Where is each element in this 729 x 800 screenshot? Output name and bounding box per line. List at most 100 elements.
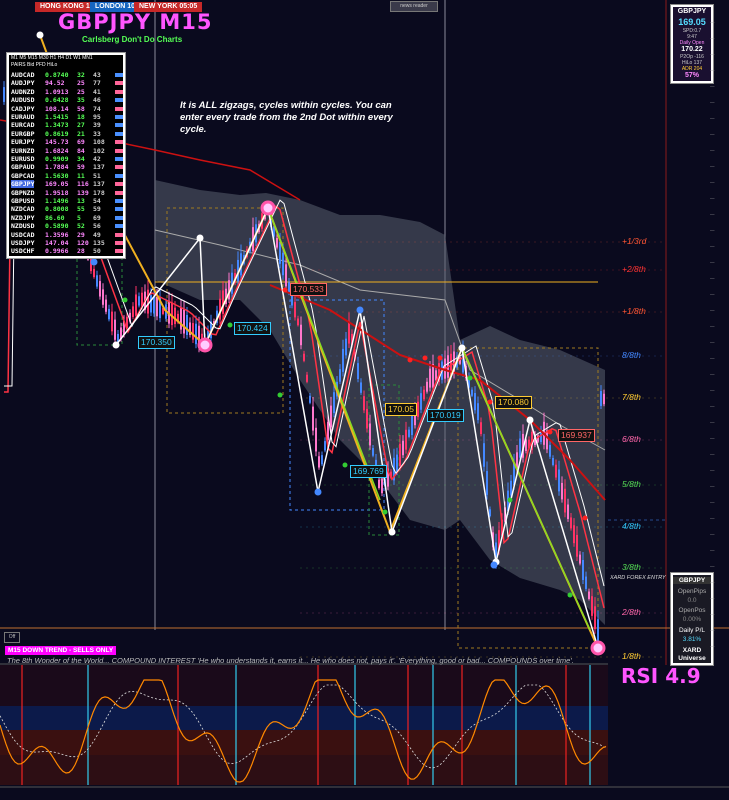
candle-body <box>369 423 371 446</box>
pair-bid: 1.5415 <box>45 113 69 121</box>
pair-symbol: GBPJPY <box>11 180 35 189</box>
open-pips-value: 0.0 <box>687 597 697 604</box>
zigzag-dot <box>314 488 322 496</box>
pair-bid: 108.14 <box>45 104 69 113</box>
candle-body <box>342 348 344 372</box>
murrey-level-label: +1/8th <box>622 306 646 316</box>
pair-symbol: GBPAUD <box>11 163 35 172</box>
candle-body <box>474 393 476 411</box>
pivot-ring <box>260 200 276 216</box>
pair-bid: 0.8740 <box>45 71 69 79</box>
candle-body <box>174 307 176 325</box>
candle-body <box>306 374 308 382</box>
candle-body <box>561 482 563 500</box>
pair-pfd: 25 <box>77 79 85 88</box>
candle-body <box>3 87 5 102</box>
pair-bid: 1.9518 <box>45 188 69 197</box>
news-reader-button[interactable]: news reader <box>390 1 438 12</box>
pair-symbol: CADJPY <box>11 104 35 113</box>
candle-body <box>333 392 335 413</box>
price-axis-tick: — <box>710 212 715 217</box>
pair-pfd: 21 <box>77 129 85 138</box>
open-pips-label: OpenPips <box>677 588 707 595</box>
candle-body <box>597 619 599 641</box>
candle-body <box>576 534 578 557</box>
price-axis-tick: — <box>710 356 715 361</box>
trade-info-widget: GBPJPY OpenPips 0.0 OpenPos 0.00% Daily … <box>670 572 714 666</box>
candle-body <box>99 281 101 297</box>
pairs-table-body: M1 M5 M15 M30 H1 H4 D1 W1 MN1 PAIRS Bid … <box>9 55 123 256</box>
pair-bid: 0.8619 <box>45 129 69 138</box>
pair-symbol: NZDCAD <box>11 205 35 214</box>
price-label: 169.769 <box>350 465 387 478</box>
green-signal-dot <box>507 497 513 503</box>
pair-hilo: 135 <box>93 239 105 247</box>
candle-body <box>420 393 422 410</box>
candle-body <box>396 454 398 472</box>
pair-bid: 86.60 <box>45 213 65 222</box>
currency-pairs-table: M1 M5 M15 M30 H1 H4 D1 W1 MN1 PAIRS Bid … <box>6 52 126 259</box>
price-axis-tick: — <box>710 52 715 57</box>
pair-hilo: 74 <box>93 104 101 113</box>
pair-direction-bar <box>115 224 123 229</box>
pair-info-body: GBPJPY 169.05 SPD:0.7 9:47 Daily Open 17… <box>673 7 711 81</box>
price-axis-tick: — <box>710 468 715 473</box>
price-axis-tick: — <box>710 196 715 201</box>
candle-body <box>567 504 569 519</box>
candle-body <box>318 456 320 468</box>
murrey-level-label: 2/8th <box>622 607 641 617</box>
red-signal-dot <box>487 399 493 405</box>
pair-symbol: USDCHF <box>11 247 35 256</box>
pair-bid: 145.73 <box>45 138 69 147</box>
pair-direction-bar <box>115 73 123 77</box>
candle-body <box>402 440 404 456</box>
open-pos-value: 0.00% <box>682 616 702 623</box>
pair-direction-bar <box>115 249 123 254</box>
zigzag-dot <box>458 344 466 352</box>
pair-hilo: 42 <box>93 155 101 163</box>
candle-body <box>417 401 419 417</box>
pair-bid: 1.3473 <box>45 121 69 130</box>
candle-body <box>324 441 326 451</box>
pair-direction-bar <box>115 199 123 203</box>
chart-area[interactable]: HONG KONG 18:05 LONDON 10:05 NEW YORK 05… <box>0 0 729 800</box>
pair-hilo: 51 <box>93 171 101 180</box>
chart-subtitle: Carlsberg Don't Do Charts <box>82 35 183 44</box>
pair-pfd: 28 <box>77 247 85 256</box>
candle-body <box>180 308 182 330</box>
candle-body <box>135 294 137 316</box>
pair-hilo: 56 <box>93 222 101 231</box>
red-signal-dot <box>437 355 443 361</box>
candle-body <box>432 364 434 388</box>
pair-pfd: 58 <box>77 104 85 113</box>
pair-symbol: EURAUD <box>11 113 35 121</box>
candle-body <box>591 596 593 616</box>
candle-body <box>372 448 374 456</box>
off-button[interactable]: Off <box>4 632 20 643</box>
red-signal-dot <box>547 429 553 435</box>
candle-body <box>300 324 302 346</box>
candle-body <box>423 389 425 400</box>
pair-pfd: 18 <box>77 113 85 121</box>
pair-direction-bar <box>115 106 123 111</box>
zigzag-dot <box>388 528 396 536</box>
candle-body <box>102 289 104 305</box>
price-axis-tick: — <box>710 436 715 441</box>
pair-hilo: 43 <box>93 71 101 79</box>
candle-body <box>339 369 341 382</box>
price-axis-tick: — <box>710 20 715 25</box>
pair-pfd: 27 <box>77 121 85 130</box>
pair-pfd: 139 <box>77 188 89 197</box>
candle-body <box>348 321 350 344</box>
zigzag-dot <box>36 31 44 39</box>
green-signal-dot <box>122 297 128 303</box>
red-signal-dot <box>582 515 588 521</box>
pair-bid: 1.7884 <box>45 163 69 172</box>
pair-pfd: 5 <box>77 213 81 222</box>
candle-body <box>93 268 95 278</box>
price-axis-tick: — <box>710 628 715 633</box>
pair-symbol: NZDJPY <box>11 213 35 222</box>
price-axis-tick: — <box>710 164 715 169</box>
pair-symbol: GBPCAD <box>11 171 35 180</box>
candle-body <box>147 289 149 314</box>
